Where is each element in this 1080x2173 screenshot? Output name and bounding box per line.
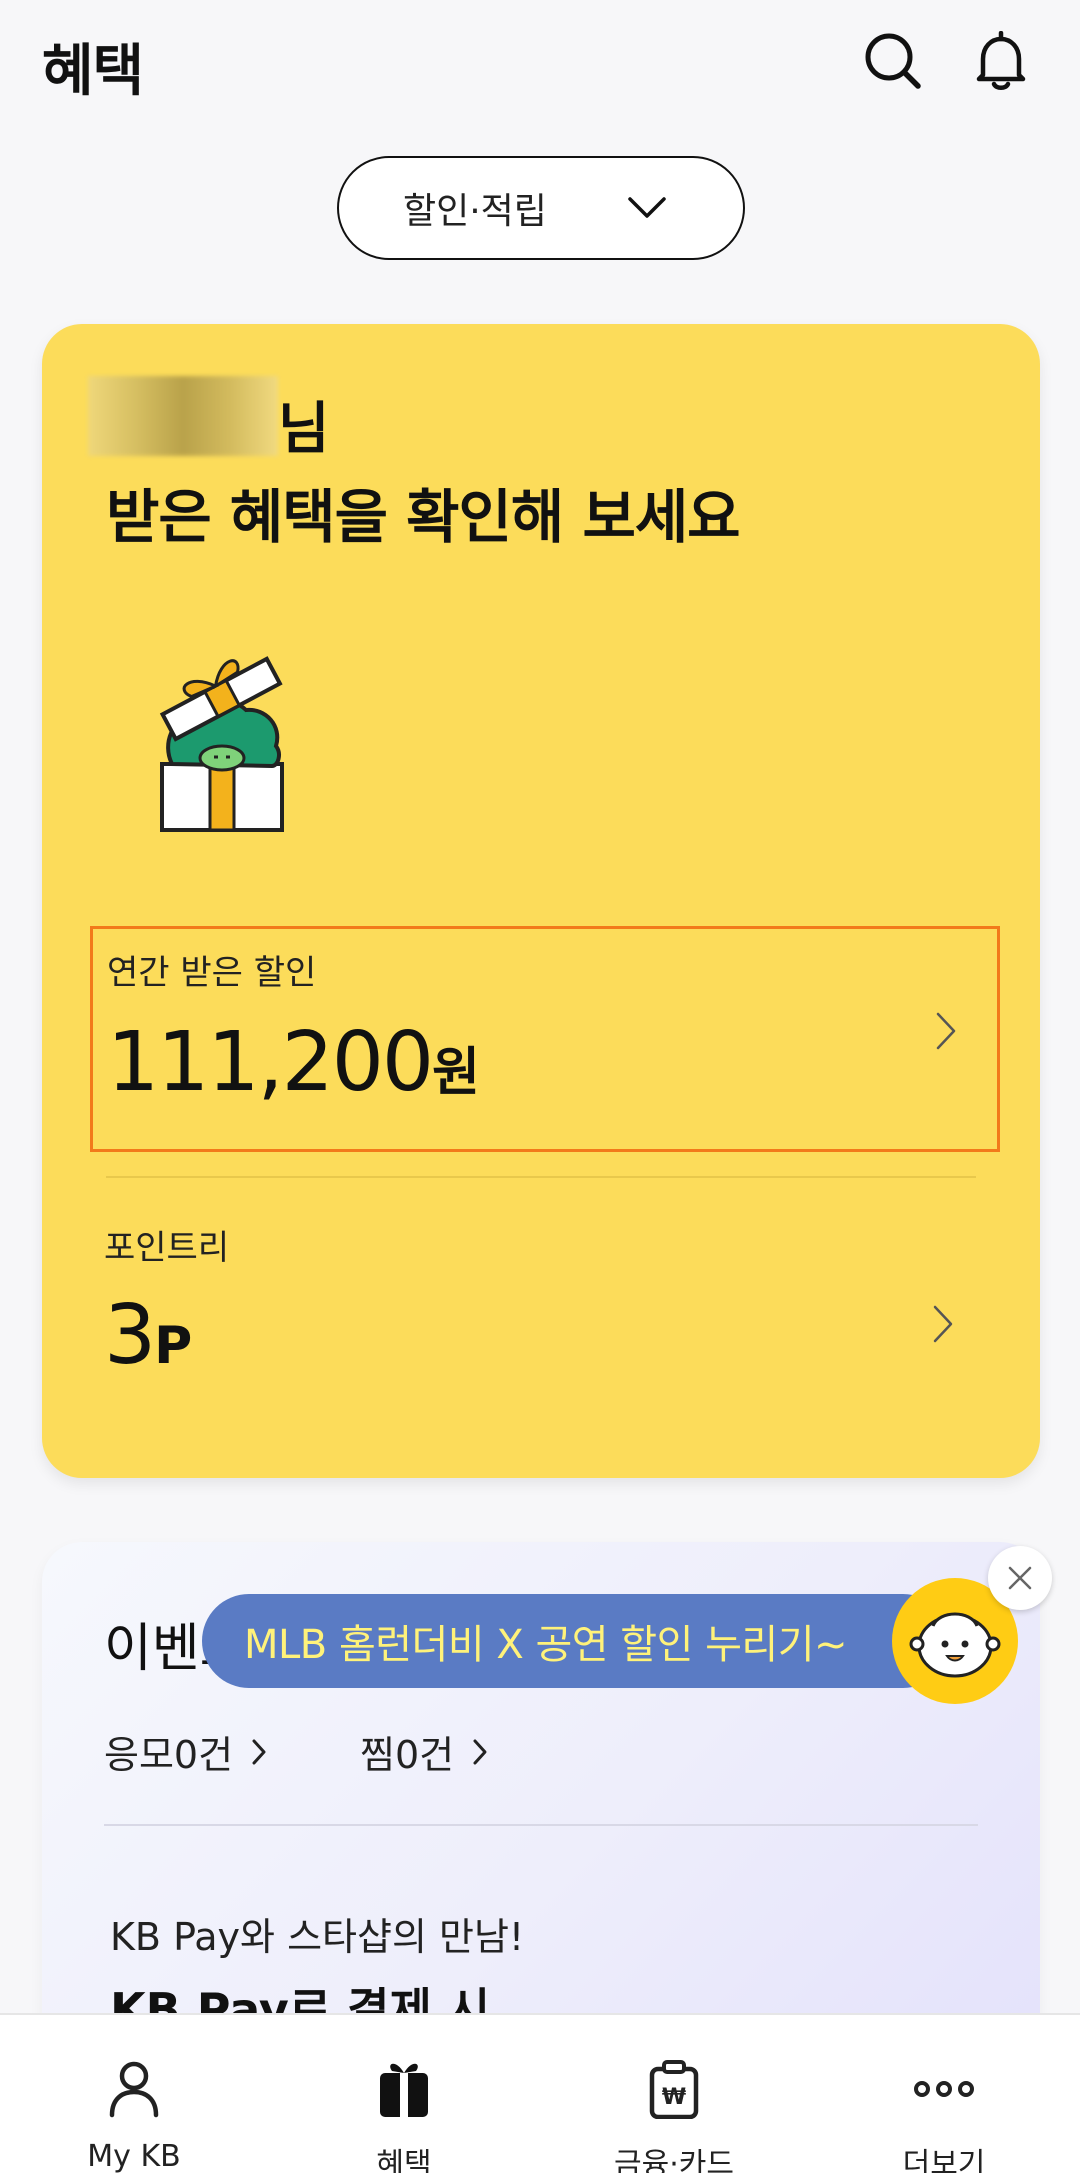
benefit-filter-dropdown[interactable]: 할인·적립 bbox=[337, 156, 745, 260]
nav-item-benefits[interactable]: 혜택 bbox=[304, 2015, 504, 2173]
notification-button[interactable] bbox=[966, 26, 1036, 96]
wallet-won-icon: ₩ bbox=[649, 2060, 699, 2119]
close-icon bbox=[1008, 1566, 1032, 1590]
promo-line-1[interactable]: KB Pay와 스타샵의 만남! bbox=[110, 1906, 524, 1961]
card-headline: 받은 혜택을 확인해 보세요 bbox=[106, 483, 741, 551]
floating-promo-text: MLB 홈런더비 X 공연 할인 누리기~ bbox=[244, 1622, 848, 1668]
points-amount: 3P bbox=[104, 1288, 192, 1383]
chevron-down-icon bbox=[628, 197, 666, 218]
filter-selected-label: 할인·적립 bbox=[403, 191, 547, 232]
card-divider bbox=[106, 1176, 976, 1178]
top-header: 혜택 bbox=[0, 0, 1080, 130]
annual-discount-row[interactable]: 연간 받은 할인 111,200원 bbox=[90, 926, 1000, 1152]
annual-discount-label: 연간 받은 할인 bbox=[107, 953, 317, 993]
name-suffix: 님 bbox=[278, 397, 330, 462]
search-icon bbox=[865, 33, 921, 89]
chevron-right-icon bbox=[933, 1305, 953, 1343]
event-saved-label: 찜0건 bbox=[360, 1733, 455, 1777]
person-icon bbox=[109, 2061, 159, 2118]
nav-label-finance-card: 금융·카드 bbox=[614, 2147, 734, 2173]
benefit-summary-card: 님 받은 혜택을 확인해 보세요 연간 받은 할인 111,200원 포인트리 … bbox=[42, 324, 1040, 1478]
nav-item-finance-card[interactable]: ₩ 금융·카드 bbox=[574, 2015, 774, 2173]
chevron-right-icon bbox=[252, 1739, 266, 1764]
event-entries-link[interactable]: 응모0건 bbox=[104, 1724, 267, 1779]
nav-item-more[interactable]: 더보기 bbox=[844, 2015, 1044, 2173]
nav-label-more: 더보기 bbox=[902, 2147, 986, 2173]
points-number: 3 bbox=[104, 1288, 156, 1383]
page-title: 혜택 bbox=[42, 39, 144, 104]
user-name-blurred bbox=[88, 376, 278, 456]
annual-discount-unit: 원 bbox=[432, 1043, 480, 1103]
gift-icon bbox=[380, 2063, 428, 2117]
points-unit: P bbox=[154, 1316, 193, 1376]
event-entries-label: 응모0건 bbox=[104, 1733, 234, 1777]
mascot-icon bbox=[909, 1612, 1001, 1678]
nav-label-benefits: 혜택 bbox=[376, 2147, 432, 2173]
bottom-navigation: My KB 혜택 ₩ 금융·카드 더보기 bbox=[0, 2013, 1080, 2173]
floating-promo-banner[interactable]: MLB 홈런더비 X 공연 할인 누리기~ bbox=[202, 1594, 950, 1688]
nav-label-my-kb: My KB bbox=[87, 2139, 181, 2173]
gift-character-illustration bbox=[159, 656, 284, 832]
bell-icon bbox=[976, 31, 1026, 90]
search-button[interactable] bbox=[858, 26, 928, 96]
chevron-right-icon bbox=[936, 1012, 956, 1050]
event-saved-link[interactable]: 찜0건 bbox=[360, 1724, 488, 1779]
annual-discount-number: 111,200 bbox=[107, 1015, 434, 1110]
event-divider bbox=[104, 1824, 978, 1826]
points-label: 포인트리 bbox=[104, 1228, 230, 1268]
points-row[interactable]: 포인트리 3P bbox=[90, 1204, 1000, 1404]
more-dots-icon bbox=[914, 2081, 974, 2097]
annual-discount-amount: 111,200원 bbox=[107, 1015, 480, 1110]
chevron-right-icon bbox=[473, 1739, 487, 1764]
close-floating-banner-button[interactable] bbox=[988, 1546, 1052, 1610]
nav-item-my-kb[interactable]: My KB bbox=[34, 2015, 234, 2173]
svg-text:₩: ₩ bbox=[662, 2085, 686, 2110]
